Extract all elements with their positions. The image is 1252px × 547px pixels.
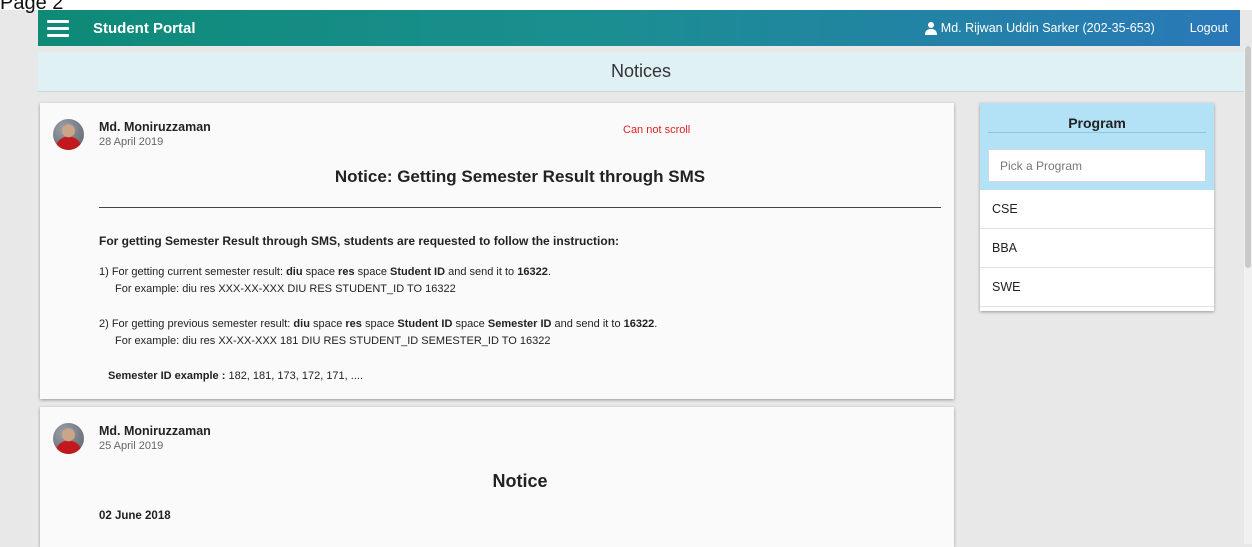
brand-title[interactable]: Student Portal bbox=[93, 20, 196, 37]
notice-intro: For getting Semester Result through SMS,… bbox=[99, 234, 620, 248]
notice-author: Md. Moniruzzaman bbox=[99, 120, 211, 134]
instruction-1-example: For example: diu res XXX-XX-XXX DIU RES … bbox=[115, 283, 456, 295]
program-header: Program bbox=[980, 103, 1214, 190]
notice-title: Notice: Getting Semester Result through … bbox=[334, 167, 706, 186]
navbar: Student Portal Md. Rijwan Uddin Sarker (… bbox=[38, 10, 1240, 46]
notice-date: 25 April 2019 bbox=[99, 440, 164, 452]
divider bbox=[988, 132, 1206, 133]
logout-link[interactable]: Logout bbox=[1190, 21, 1228, 35]
user-name[interactable]: Md. Rijwan Uddin Sarker (202-35-653) bbox=[941, 21, 1155, 35]
divider bbox=[99, 207, 941, 208]
browser-top-strip: Page 2 bbox=[0, 0, 1252, 14]
scrollbar[interactable] bbox=[1244, 46, 1252, 544]
program-item-swe[interactable]: SWE bbox=[980, 268, 1214, 307]
notice-subdate: 02 June 2018 bbox=[99, 510, 171, 522]
notice-card: Md. Moniruzzaman 25 April 2019 Notice 02… bbox=[40, 407, 954, 547]
scrollbar-thumb[interactable] bbox=[1245, 46, 1251, 268]
hamburger-menu-icon[interactable] bbox=[47, 19, 69, 37]
avatar bbox=[53, 423, 84, 454]
instruction-2-example: For example: diu res XX-XX-XXX 181 DIU R… bbox=[115, 335, 551, 347]
program-title: Program bbox=[1068, 115, 1126, 131]
page-title: Notices bbox=[38, 52, 1244, 92]
notice-date: 28 April 2019 bbox=[99, 136, 164, 148]
semester-id-example: Semester ID example : 182, 181, 173, 172… bbox=[108, 370, 364, 382]
instruction-1: 1) For getting current semester result: … bbox=[99, 266, 551, 278]
notice-title: Notice bbox=[492, 471, 548, 491]
program-item-bba[interactable]: BBA bbox=[980, 229, 1214, 268]
program-search-input[interactable] bbox=[988, 149, 1206, 182]
notice-card: Md. Moniruzzaman 28 April 2019 Can not s… bbox=[40, 103, 954, 399]
notice-author: Md. Moniruzzaman bbox=[99, 424, 211, 438]
avatar bbox=[53, 119, 84, 150]
program-sidebar: Program CSE BBA SWE bbox=[980, 103, 1214, 311]
user-area: Md. Rijwan Uddin Sarker (202-35-653) Log… bbox=[924, 21, 1240, 35]
overlay-note: Can not scroll bbox=[623, 124, 691, 136]
instruction-2: 2) For getting previous semester result:… bbox=[99, 318, 658, 330]
program-item-cse[interactable]: CSE bbox=[980, 190, 1214, 229]
user-icon bbox=[924, 22, 937, 35]
